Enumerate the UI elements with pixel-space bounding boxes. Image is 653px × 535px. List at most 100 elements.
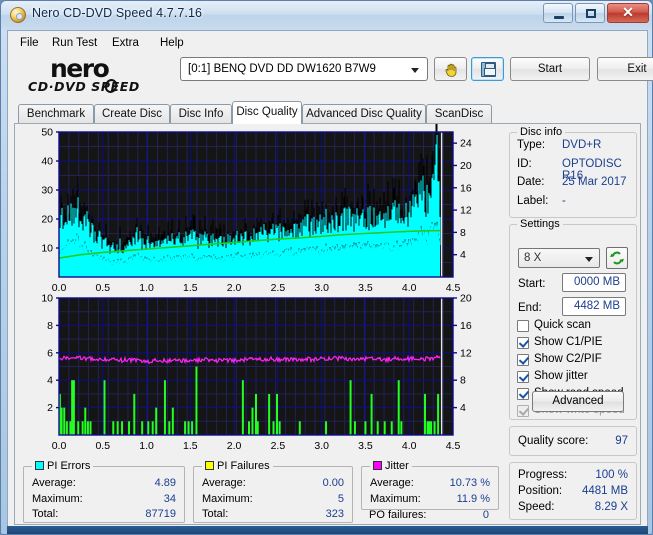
start-mb-label: Start: [518,278,546,290]
pi-failures-total-label: Total: [202,508,229,520]
pi-errors-chart-canvas: 102030405048121620240.0 0.5 1.0 1.5 2.0 2.5 3.… [41,101,472,294]
tab-benchmark[interactable]: Benchmark [18,104,94,123]
tab-disc-info[interactable]: Disc Info [170,104,232,123]
pi-failures-maximum-label: Maximum: [202,493,253,505]
end-mb-value: 4482 MB [573,300,620,312]
tab-scandisc-label: ScanDisc [434,108,484,120]
disc-type-value: DVD+R [562,139,602,151]
disc-info-title: Disc info [517,126,566,138]
start-mb-field[interactable]: 0000 MB [562,273,626,292]
svg-text:4: 4 [460,402,466,414]
drive-select-value: [0:1] BENQ DVD DD DW1620 B7W9 [188,63,376,75]
menu-item-file[interactable]: File [14,35,45,51]
svg-text:4.5: 4.5 [446,440,461,452]
maximize-button[interactable] [575,3,605,23]
jitter-stats-title: Jitter [370,460,412,472]
disc-id-label: ID: [517,158,532,170]
svg-text:20: 20 [460,160,472,172]
nero-logo: nero CD·DVD SPEED [28,54,178,97]
close-button[interactable]: ✕ [607,3,649,23]
svg-text:10: 10 [41,243,53,255]
po-failures-value: 0 [482,509,489,521]
position-label: Position: [518,485,563,497]
client-area: File Run Test Extra Help nero CD·DVD SPE… [7,30,653,530]
pi-errors-maximum-label: Maximum: [32,493,83,505]
tab-create-disc[interactable]: Create Disc [94,104,170,123]
pi-errors-color-swatch [35,461,44,470]
close-icon: ✕ [622,6,634,21]
jitter-color-swatch [373,461,382,470]
svg-text:1.5: 1.5 [183,440,198,452]
minimize-button[interactable] [543,3,573,23]
pi-failures-color-swatch [205,461,214,470]
menu-item-extra[interactable]: Extra [106,35,145,51]
tab-advanced-disc-quality[interactable]: Advanced Disc Quality [302,104,426,123]
show-c2-pif-label: Show C2/PIF [534,353,602,365]
progress-value: 100 % [595,469,628,481]
tab-bar: Benchmark Create Disc Disc Info Disc Qua… [8,101,647,124]
pi-failures-title-text: PI Failures [217,460,270,472]
disc-type-label: Type: [517,139,546,151]
exit-button-label: Exit [627,63,647,75]
jitter-title-text: Jitter [385,460,409,472]
tab-benchmark-label: Benchmark [26,108,86,120]
disc-info-panel: Disc info Type: DVD+R ID: OPTODISC R16 D… [509,126,637,218]
tab-disc-quality[interactable]: Disc Quality [232,101,302,124]
save-results-button[interactable] [471,57,504,81]
svg-text:0.5: 0.5 [95,440,110,452]
exit-button[interactable]: Exit [597,57,653,81]
hand-cursor-icon [445,63,457,77]
advanced-button[interactable]: Advanced [532,391,624,412]
pi-failures-average-label: Average: [202,477,246,489]
app-window: Nero CD-DVD Speed 4.7.7.16 ✕ File Run Te… [0,0,653,535]
show-c1-pie-checkbox-box [517,337,529,349]
jitter-average-label: Average: [370,477,414,489]
refresh-button[interactable] [606,247,628,269]
start-button[interactable]: Start [510,57,590,81]
position-value: 4481 MB [581,485,628,497]
svg-text:40: 40 [41,156,53,168]
tab-disc-quality-label: Disc Quality [236,106,298,118]
menu-item-run-test[interactable]: Run Test [46,35,103,51]
advanced-button-label: Advanced [552,395,604,407]
show-write-speed-checkbox-box [517,405,529,417]
svg-text:2.0: 2.0 [227,440,242,452]
pi-failures-maximum-value: 5 [337,493,344,505]
quality-score-value: 97 [615,435,628,447]
quick-scan-label: Quick scan [534,319,591,331]
svg-text:24: 24 [460,138,472,150]
svg-text:8: 8 [460,227,466,239]
pi-errors-chart: 10 20 30 40 50 4 8 12 16 20 24 0.0 0.5 1.0 1.5 2.0 2.5 3.… [17,101,503,294]
speed-select-dropdown[interactable]: 8 X [518,248,600,268]
quality-score-panel: Quality score: 97 [509,426,637,456]
end-mb-field[interactable]: 4482 MB [562,297,626,316]
svg-text:4: 4 [460,249,466,261]
svg-text:2: 2 [47,402,53,414]
settings-title: Settings [517,218,563,230]
disc-label-label: Label: [517,195,549,207]
tab-scandisc[interactable]: ScanDisc [426,104,492,123]
svg-text:12: 12 [460,347,472,359]
tab-advanced-disc-quality-label: Advanced Disc Quality [306,108,422,120]
show-c2-pif-checkbox-box [517,354,529,366]
pi-errors-total-value: 87719 [145,508,176,520]
svg-text:3.0: 3.0 [314,440,329,452]
drive-select-dropdown[interactable]: [0:1] BENQ DVD DD DW1620 B7W9 [180,57,428,81]
svg-text:10: 10 [41,293,53,305]
pi-failures-average-value: 0.00 [322,477,344,489]
jitter-stats-box: Jitter Average: 10.73 % Maximum: 11.9 % [361,460,499,510]
jitter-maximum-label: Maximum: [370,493,421,505]
pi-errors-stats-title: PI Errors [32,460,94,472]
toolbar: nero CD·DVD SPEED [0:1] BENQ DVD DD DW16… [8,53,653,101]
hand-tool-button[interactable] [434,57,467,81]
svg-text:20: 20 [460,293,472,305]
svg-text:8: 8 [460,375,466,387]
logo-subtitle: CD·DVD SPEED [28,79,140,94]
show-jitter-label: Show jitter [534,370,588,382]
chevron-down-icon [411,68,419,73]
svg-text:1.0: 1.0 [139,440,154,452]
menu-item-help[interactable]: Help [154,35,190,51]
quick-scan-checkbox-box [517,320,529,332]
progress-label: Progress: [518,469,568,481]
nero-disc-icon [10,7,26,23]
